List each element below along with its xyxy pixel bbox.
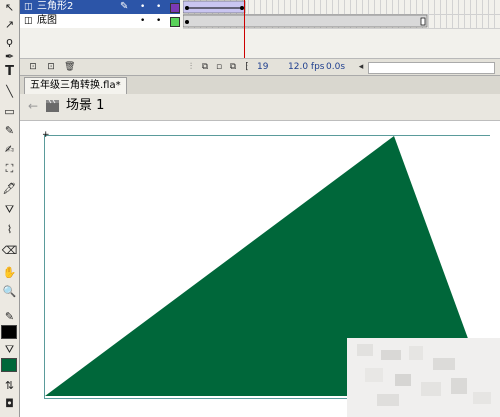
- layer-row-base[interactable]: ◫ 底图 • •: [20, 14, 500, 29]
- insert-guide-layer-icon[interactable]: ⊡: [46, 62, 56, 72]
- eyedropper-tool-icon[interactable]: ⌇: [1, 222, 18, 237]
- delete-layer-icon[interactable]: 🗑: [64, 62, 75, 72]
- edit-bar: ← 场景 1: [20, 94, 500, 121]
- timeline-panel: ◫ 三角形2 ✎ • • ◫ 底图 • • ⊡ ⊡ 🗑 ⫶ ⧉ ▫ ⧉ ⁅ 19…: [20, 0, 500, 76]
- pencil-tool-icon[interactable]: ✎: [1, 123, 18, 138]
- layer-icon: ◫: [24, 2, 33, 12]
- onion-skin-icon[interactable]: ⧉: [200, 62, 210, 72]
- lock-toggle[interactable]: •: [156, 14, 161, 28]
- onion-outline-icon[interactable]: ▫: [214, 62, 224, 72]
- swap-colors-icon[interactable]: ⇅: [1, 378, 18, 393]
- outline-color-box[interactable]: [170, 17, 180, 27]
- scene-label: 场景 1: [66, 98, 105, 113]
- center-frame-icon[interactable]: ⫶: [186, 62, 196, 72]
- text-tool-icon[interactable]: T: [1, 64, 18, 79]
- fill-color-bucket-icon: ⛛: [4, 343, 15, 356]
- eraser-tool-icon[interactable]: ⌫: [1, 243, 18, 258]
- stroke-color-pen-icon: ✎: [4, 310, 15, 323]
- back-arrow-icon[interactable]: ←: [28, 99, 38, 113]
- blurred-watermark: [347, 338, 500, 417]
- fill-color-swatch[interactable]: [1, 358, 17, 372]
- rectangle-tool-icon[interactable]: ▭: [1, 104, 18, 119]
- visibility-toggle[interactable]: •: [140, 0, 145, 14]
- hand-tool-icon[interactable]: ✋: [1, 265, 18, 280]
- document-tab[interactable]: 五年级三角转换.fla*: [24, 77, 127, 94]
- scroll-left-icon[interactable]: ◂: [356, 62, 366, 72]
- edit-pencil-icon: ✎: [120, 1, 129, 12]
- document-tab-bar: 五年级三角转换.fla*: [20, 75, 500, 95]
- frames-track[interactable]: [183, 14, 500, 29]
- playhead[interactable]: [244, 0, 245, 60]
- layer-header: ◫ 底图 • •: [20, 14, 180, 28]
- current-frame-readout: 19: [257, 62, 269, 72]
- outline-color-box[interactable]: [170, 3, 180, 13]
- brush-tool-icon[interactable]: ✍: [1, 142, 18, 157]
- layer-header: ◫ 三角形2 ✎ • •: [20, 0, 180, 14]
- pen-tool-icon[interactable]: ✒: [1, 49, 18, 64]
- visibility-toggle[interactable]: •: [140, 14, 145, 28]
- lasso-tool-icon[interactable]: ϙ: [1, 34, 18, 49]
- edit-multiple-frames-icon[interactable]: ⧉: [228, 62, 238, 72]
- toolbox: ↖ ↗ ϙ ✒ T ╲ ▭ ✎ ✍ ⛶ 🖋 ⛛ ⌇ ⌫ ✋ 🔍 ✎ ⛛ ⇅ ◘: [0, 0, 20, 417]
- line-tool-icon[interactable]: ╲: [1, 84, 18, 99]
- insert-layer-icon[interactable]: ⊡: [28, 62, 38, 72]
- timeline-controls: ⊡ ⊡ 🗑 ⫶ ⧉ ▫ ⧉ ⁅ 19 12.0 fps 0.0s ◂: [20, 58, 500, 76]
- free-transform-tool-icon[interactable]: ⛶: [1, 161, 18, 176]
- default-colors-icon[interactable]: ◘: [1, 396, 18, 411]
- frames-track[interactable]: [183, 0, 500, 15]
- registration-mark: +: [42, 130, 50, 140]
- layer-name: 底图: [37, 15, 57, 26]
- timeline-scrollbar[interactable]: [368, 62, 495, 74]
- paint-bucket-tool-icon[interactable]: ⛛: [1, 202, 18, 217]
- stroke-color-swatch[interactable]: [1, 325, 17, 339]
- zoom-tool-icon[interactable]: 🔍: [1, 284, 18, 299]
- modify-onion-markers-icon[interactable]: ⁅: [242, 62, 252, 72]
- elapsed-time-readout: 0.0s: [326, 62, 346, 72]
- layer-row-triangle2[interactable]: ◫ 三角形2 ✎ • •: [20, 0, 500, 15]
- layer-icon: ◫: [24, 16, 33, 26]
- ink-bottle-tool-icon[interactable]: 🖋: [1, 181, 18, 196]
- arrow-tool-icon[interactable]: ↖: [1, 0, 18, 15]
- layer-name: 三角形2: [37, 1, 74, 12]
- lock-toggle[interactable]: •: [156, 0, 161, 14]
- frame-rate-readout: 12.0 fps: [288, 62, 325, 72]
- subselect-tool-icon[interactable]: ↗: [1, 17, 18, 32]
- scene-clapper-icon: [46, 99, 59, 112]
